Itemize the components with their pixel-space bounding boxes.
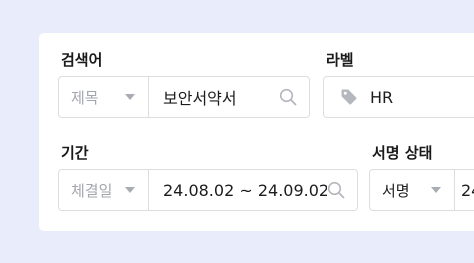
label-filter-select[interactable]: HR [324, 77, 474, 117]
sign-status-value: 서명 [382, 181, 410, 200]
sign-status-label: 서명 상태 [372, 144, 433, 162]
sign-status-select[interactable]: 서명 [370, 170, 455, 210]
period-input[interactable]: 24.08.02 ~ 24.09.02 [149, 170, 357, 210]
period-label: 기간 [61, 144, 89, 162]
search-field: 제목 보안서약서 [58, 76, 310, 118]
label-filter-value: HR [370, 87, 394, 107]
sign-status-input-value: 24 [461, 180, 474, 200]
period-type-value: 체결일 [71, 181, 113, 200]
search-input-value: 보안서약서 [163, 89, 237, 108]
search-icon[interactable] [279, 88, 297, 106]
sign-status-field: 서명 24 [369, 169, 474, 211]
tag-icon [340, 88, 358, 106]
search-scope-select[interactable]: 제목 [59, 77, 149, 117]
label-filter-label: 라벨 [326, 51, 354, 69]
search-icon[interactable] [327, 181, 345, 199]
period-type-select[interactable]: 체결일 [59, 170, 149, 210]
period-input-value: 24.08.02 ~ 24.09.02 [163, 180, 327, 200]
sign-status-input[interactable]: 24 [455, 170, 474, 210]
search-input[interactable]: 보안서약서 [149, 77, 309, 117]
chevron-down-icon [125, 94, 135, 100]
period-field: 체결일 24.08.02 ~ 24.09.02 [58, 169, 358, 211]
search-label: 검색어 [61, 51, 103, 69]
filter-panel: 검색어 제목 보안서약서 라벨 HR 기간 체결일 24.08.02 ~ 24.… [39, 33, 474, 231]
chevron-down-icon [125, 187, 135, 193]
search-scope-value: 제목 [71, 88, 99, 107]
label-filter-field[interactable]: HR [323, 76, 474, 118]
chevron-down-icon [431, 187, 441, 193]
